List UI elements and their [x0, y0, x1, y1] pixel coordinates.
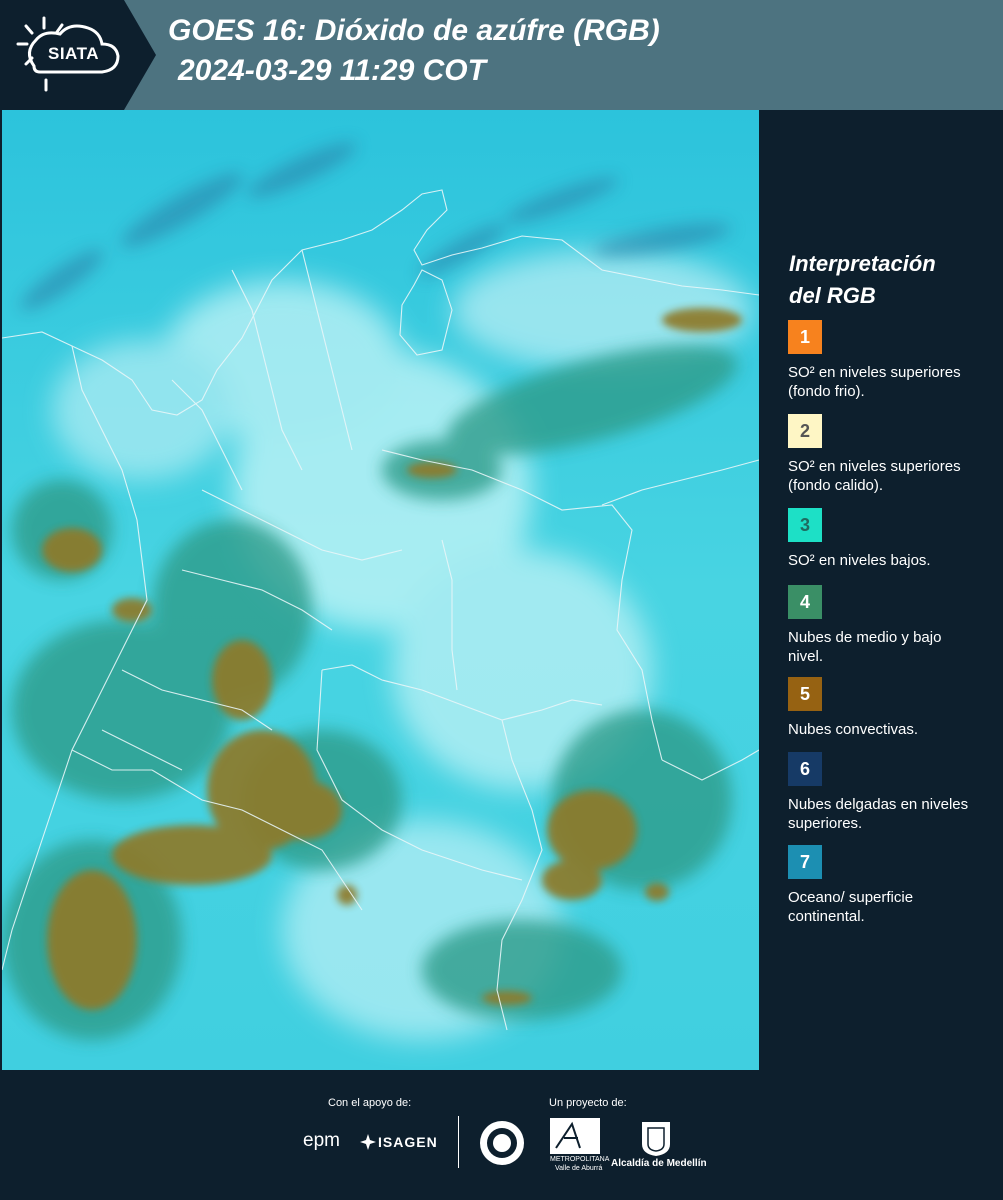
legend-panel: Interpretación del RGB 1 SO² en niveles s… — [759, 110, 1003, 1070]
legend-number: 5 — [799, 684, 810, 704]
legend-label: SO² en niveles superiores (fondo frio). — [788, 364, 961, 400]
legend-item: 1 SO² en niveles superiores (fondo frio). — [788, 320, 978, 401]
legend-number: 3 — [799, 515, 810, 535]
area-metropolitana-label: METROPOLITANA — [550, 1156, 610, 1163]
legend-swatch: 5 — [788, 677, 822, 711]
epm-logo: epm — [303, 1130, 340, 1151]
legend-number: 2 — [799, 421, 810, 441]
legend-number: 1 — [799, 327, 810, 347]
legend-swatch: 4 — [788, 585, 822, 619]
legend-label: SO² en niveles superiores (fondo calido)… — [788, 458, 961, 494]
medellin-seal-icon — [478, 1118, 526, 1173]
isagen-logo: ISAGEN — [378, 1134, 438, 1150]
support-label: Con el apoyo de: — [328, 1097, 412, 1109]
legend-swatch: 2 — [788, 414, 822, 448]
legend-item: 4 Nubes de medio y bajo nivel. — [788, 585, 978, 666]
legend-label: Nubes de medio y bajo nivel. — [788, 629, 942, 665]
alcaldia-shield-icon — [640, 1120, 672, 1163]
siata-logo-text: SIATA — [48, 44, 99, 63]
legend-item: 7 Oceano/ superficie continental. — [788, 845, 978, 926]
legend-title-line2: del RGB — [789, 283, 876, 308]
legend-number: 4 — [799, 592, 810, 612]
legend-item: 6 Nubes delgadas en niveles superiores. — [788, 752, 978, 833]
isagen-logo-icon — [360, 1134, 376, 1155]
legend-item: 2 SO² en niveles superiores (fondo calido… — [788, 414, 978, 495]
legend-title-line1: Interpretación — [789, 251, 936, 276]
legend-label: SO² en niveles bajos. — [788, 552, 931, 569]
legend-swatch: 1 — [788, 320, 822, 354]
project-label: Un proyecto de: — [549, 1097, 627, 1109]
legend-swatch: 7 — [788, 845, 822, 879]
footer-divider — [458, 1116, 459, 1168]
page-timestamp: 2024-03-29 11:29 COT — [178, 54, 486, 87]
legend-item: 5 Nubes convectivas. — [788, 677, 978, 739]
legend-title: Interpretación del RGB — [789, 248, 936, 312]
header-bar: SIATA GOES 16: Dióxido de azúfre (RGB) 2… — [0, 0, 1003, 110]
alcaldia-label: Alcaldía de Medellín — [611, 1158, 707, 1169]
siata-logo: SIATA — [0, 0, 158, 110]
footer: Con el apoyo de: Un proyecto de: epm ISA… — [0, 1070, 1003, 1200]
area-valle-label: Valle de Aburrá — [555, 1165, 603, 1172]
legend-swatch: 6 — [788, 752, 822, 786]
legend-label: Oceano/ superficie continental. — [788, 889, 914, 925]
legend-number: 6 — [799, 759, 810, 779]
page-title: GOES 16: Dióxido de azúfre (RGB) — [168, 14, 660, 47]
satellite-map[interactable] — [2, 110, 759, 1070]
legend-label: Nubes convectivas. — [788, 721, 919, 738]
legend-number: 7 — [799, 852, 810, 872]
legend-item: 3 SO² en niveles bajos. — [788, 508, 978, 570]
area-metropolitana-logo-icon — [550, 1118, 600, 1159]
legend-label: Nubes delgadas en niveles superiores. — [788, 796, 969, 832]
legend-swatch: 3 — [788, 508, 822, 542]
